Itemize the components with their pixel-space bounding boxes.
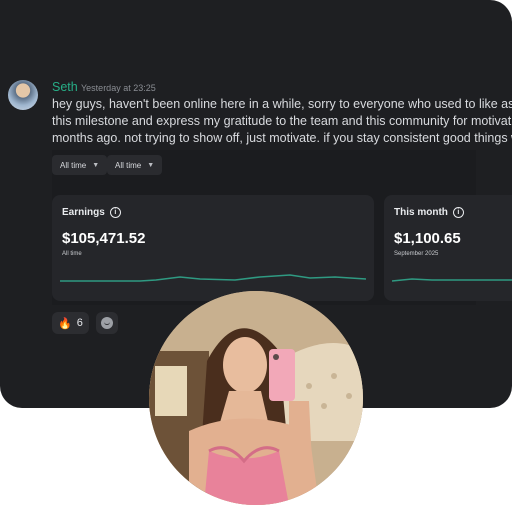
avatar[interactable]	[8, 80, 38, 110]
card-title: Earnings	[62, 207, 105, 218]
fire-emoji: 🔥	[58, 317, 72, 330]
this-month-card: This month i $1,100.65 September 2025	[384, 195, 512, 301]
card-title-row: Earnings i	[62, 207, 121, 218]
filter-label: All time	[115, 160, 142, 170]
reaction-count: 6	[76, 317, 83, 329]
earnings-sparkline	[60, 274, 366, 282]
photo-illustration	[149, 291, 363, 505]
card-subtitle: All time	[62, 251, 82, 257]
filter-label: All time	[60, 160, 87, 170]
card-value: $1,100.65	[394, 230, 461, 247]
chevron-down-icon: ▼	[92, 161, 100, 169]
add-reaction-button[interactable]	[96, 312, 118, 334]
author-name[interactable]: Seth	[52, 80, 78, 94]
filter-dropdown-2[interactable]: All time ▼	[107, 155, 163, 175]
info-icon[interactable]: i	[452, 207, 464, 218]
card-value: $105,471.52	[62, 230, 146, 247]
message-line-2: this milestone and express my gratitude …	[52, 114, 512, 128]
chevron-down-icon: ▼	[147, 161, 155, 169]
reaction-fire[interactable]: 🔥 6	[52, 312, 89, 334]
add-reaction-icon	[101, 317, 113, 329]
message-timestamp: Yesterday at 23:25	[81, 83, 156, 93]
message-line-1: hey guys, haven't been online here in a …	[52, 97, 512, 111]
earnings-card: Earnings i $105,471.52 All time	[52, 195, 374, 301]
card-title-row: This month i	[394, 207, 464, 218]
card-subtitle: September 2025	[394, 251, 439, 257]
month-sparkline	[392, 278, 512, 282]
info-icon[interactable]: i	[109, 207, 121, 218]
card-title: This month	[394, 207, 448, 218]
message-line-3: months ago. not trying to show off, just…	[52, 131, 512, 145]
filter-dropdown-1[interactable]: All time ▼	[52, 155, 108, 175]
profile-photo	[149, 291, 363, 505]
